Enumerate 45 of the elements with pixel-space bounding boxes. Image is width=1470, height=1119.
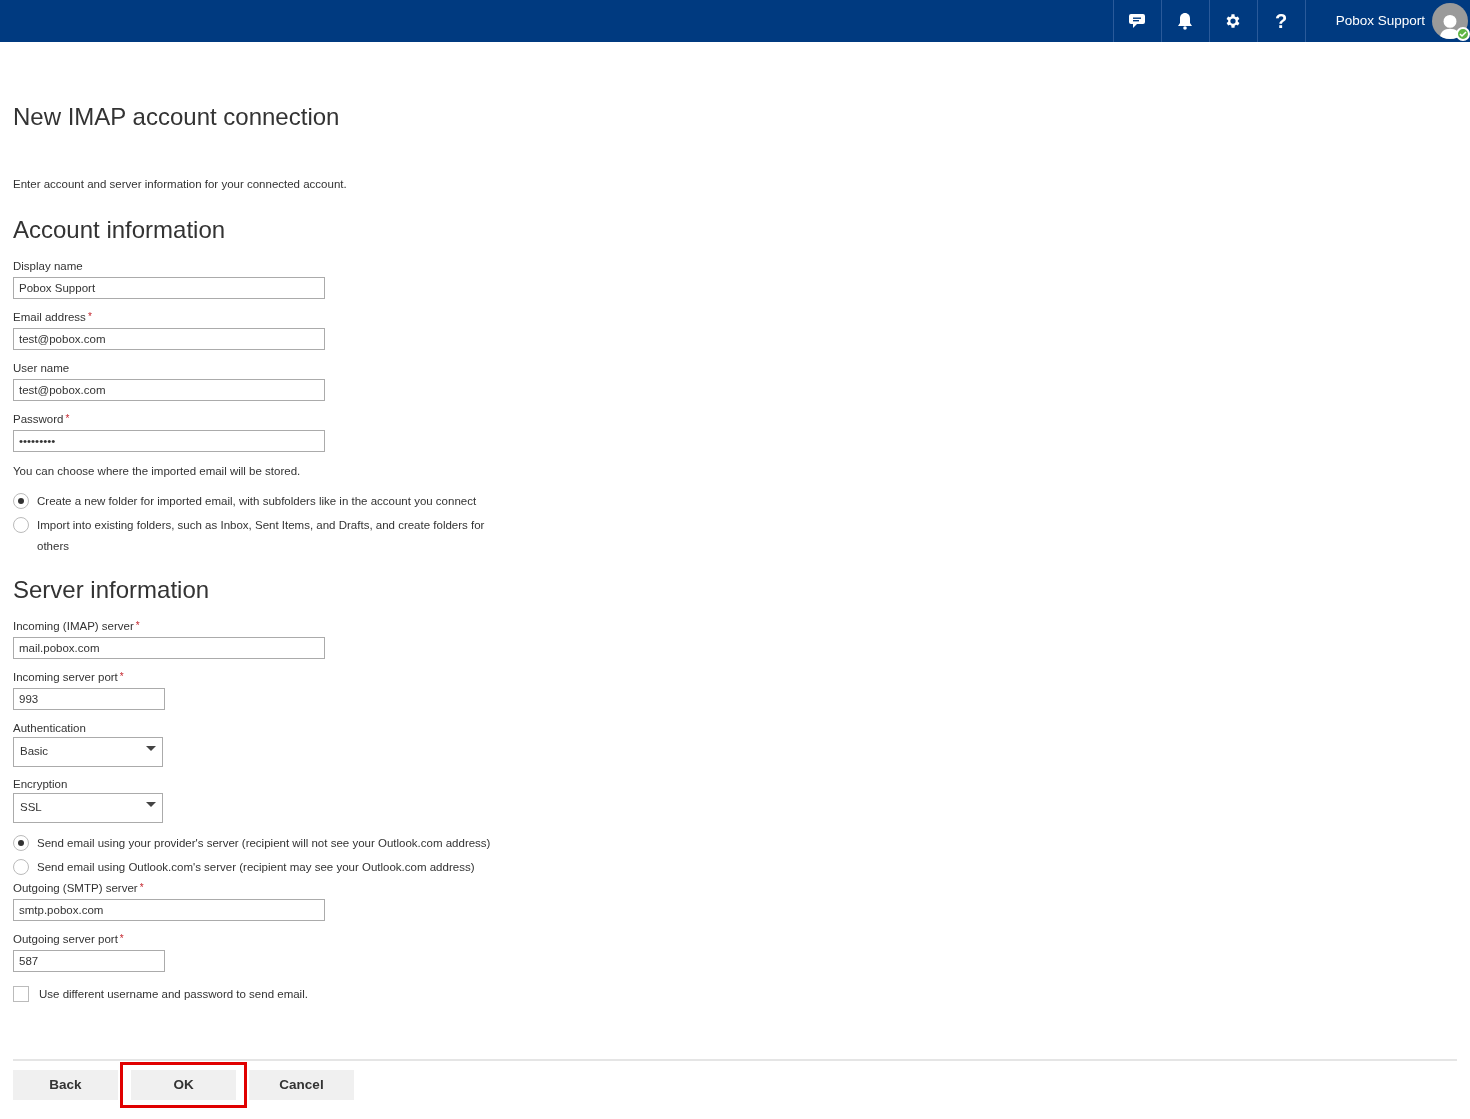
section-heading: Server information (13, 574, 211, 605)
field-label: Authentication (13, 720, 86, 735)
dialog-button[interactable]: OK (131, 1069, 236, 1100)
required-mark: * (87, 310, 92, 325)
input-field[interactable]: Pobox Support (13, 277, 325, 300)
required-mark: * (139, 880, 144, 895)
input-field[interactable]: 993 (13, 687, 165, 710)
input-field[interactable]: test@pobox.com (13, 379, 325, 402)
caret-icon (146, 801, 156, 808)
input-field[interactable]: test@pobox.com (13, 328, 325, 351)
dropdown[interactable]: Basic (13, 736, 163, 767)
field-label: User name (13, 361, 70, 376)
field-label: Email address (13, 310, 86, 325)
radio-label: Import into existing folders, such as Inbox, Sent Items, and Drafts, and create folders for others (37, 517, 486, 554)
input-field[interactable]: mail.pobox.com (13, 636, 325, 659)
field-label: Outgoing (SMTP) server (13, 880, 138, 895)
storage-note: You can choose where the imported email will be stored. (13, 464, 302, 480)
radio-label: Send email using Outlook.com's server (recipient may see your Outlook.com address) (37, 859, 476, 875)
checkbox[interactable] (13, 986, 29, 1003)
page-title: New IMAP account connection (13, 102, 341, 132)
checkbox-label: Use different username and password to send email. (39, 986, 308, 1002)
dialog-button[interactable]: Cancel (249, 1069, 354, 1100)
field-label: Outgoing server port (13, 931, 118, 946)
required-mark: * (119, 931, 124, 946)
field-label: Incoming server port (13, 669, 118, 684)
field-label: Display name (13, 259, 83, 274)
input-field[interactable]: 587 (13, 949, 165, 972)
radio-label: Send email using your provider's server (recipient will not see your Outlook.com address) (37, 835, 492, 851)
dropdown[interactable]: SSL (13, 792, 163, 823)
user-name[interactable]: Pobox Support (1335, 10, 1425, 32)
field-label: Password (13, 412, 64, 427)
required-mark: * (65, 412, 70, 427)
input-field[interactable]: ••••••••• (13, 430, 325, 453)
intro-text: Enter account and server information for your connected account. (13, 177, 348, 192)
input-field[interactable]: smtp.pobox.com (13, 898, 325, 921)
help-button[interactable]: ? (1256, 0, 1305, 42)
avatar-icon[interactable] (1432, 3, 1468, 39)
field-label: Incoming (IMAP) server (13, 618, 134, 633)
dialog-button[interactable]: Back (13, 1069, 118, 1100)
field-label: Encryption (13, 776, 68, 791)
section-heading: Account information (13, 215, 227, 246)
required-mark: * (119, 669, 124, 684)
caret-icon (146, 745, 156, 752)
radio-label: Create a new folder for imported email, with subfolders like in the account you connect (37, 493, 478, 509)
required-mark: * (135, 618, 140, 633)
